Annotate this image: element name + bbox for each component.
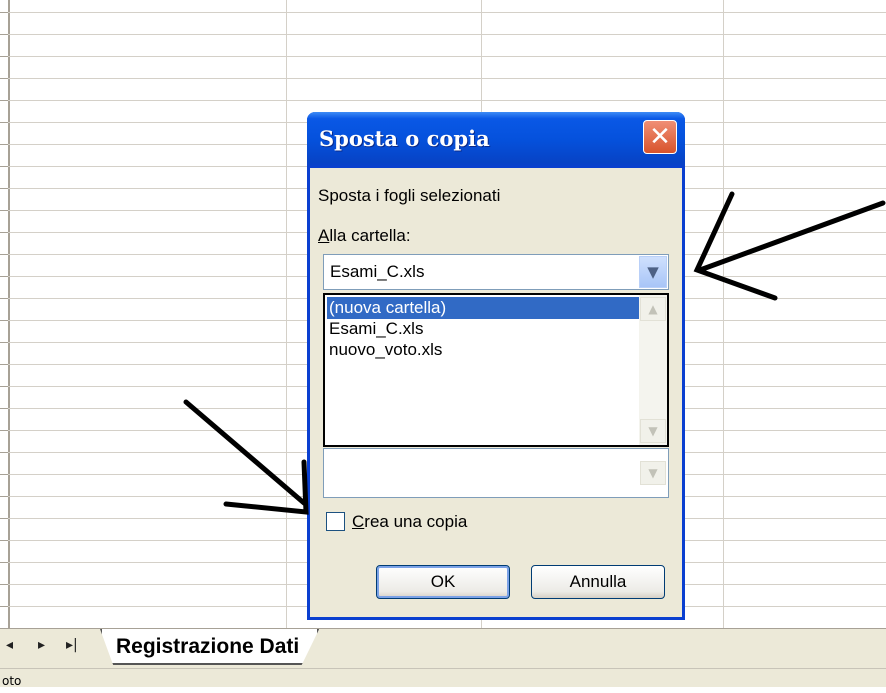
row-tick [0,34,8,35]
tab-nav-last-icon[interactable]: ▸| [66,637,78,653]
row-tick [0,452,8,453]
row-tick [0,78,8,79]
list-item[interactable]: Esami_C.xls [327,318,639,340]
row-tick [0,166,8,167]
row-divider [8,78,886,79]
row-tick [0,56,8,57]
row-tick [0,540,8,541]
dialog-title: Sposta o copia [319,126,490,151]
sheet-tab-bar: ◂ ▸ ▸| Registrazione Dati [0,628,886,669]
row-tick [0,210,8,211]
column-divider [723,0,724,628]
row-tick [0,232,8,233]
copy-label-rest: rea una copia [364,512,468,531]
row-tick [0,298,8,299]
tab-nav-prev-icon[interactable]: ◂ [6,637,13,653]
row-divider [8,12,886,13]
copy-mnemonic: C [352,512,365,531]
ok-button[interactable]: OK [376,565,510,599]
scroll-down-icon[interactable]: ▼ [640,419,666,443]
to-book-dropdown[interactable]: Esami_C.xls ▼ [323,254,669,290]
row-divider [8,56,886,57]
row-tick [0,144,8,145]
row-tick [0,496,8,497]
row-tick [0,364,8,365]
to-book-label: Alla cartella: [318,226,411,246]
column-divider [286,0,287,628]
list-item[interactable]: (nuova cartella) [327,297,639,319]
row-tick [0,386,8,387]
cancel-button[interactable]: Annulla [531,565,665,599]
row-tick [0,188,8,189]
sheet-tab-registrazione-dati[interactable]: Registrazione Dati [100,629,320,665]
to-book-mnemonic: A [318,226,330,245]
dialog-title-bar[interactable]: Sposta o copia ✕ [307,112,685,168]
row-tick [0,276,8,277]
scroll-up-icon[interactable]: ▲ [640,297,666,321]
row-tick [0,562,8,563]
status-bar: oto [0,668,886,688]
row-tick [0,100,8,101]
list-item[interactable]: nuovo_voto.xls [327,339,639,361]
scroll-down-icon[interactable]: ▼ [640,461,666,485]
tab-nav-next-icon[interactable]: ▸ [38,637,45,653]
row-divider [8,100,886,101]
to-book-label-rest: lla cartella: [329,226,411,245]
copy-checkbox[interactable] [326,512,345,531]
row-tick [0,122,8,123]
row-tick [0,584,8,585]
row-tick [0,606,8,607]
row-tick [0,518,8,519]
row-header-strip [0,0,10,628]
sheets-list[interactable]: ▼ [323,448,669,498]
row-divider [8,34,886,35]
chevron-down-icon[interactable]: ▼ [639,256,667,288]
row-tick [0,12,8,13]
to-book-value: Esami_C.xls [330,262,425,281]
row-tick [0,408,8,409]
row-tick [0,474,8,475]
move-copy-dialog: Sposta o copia ✕ Sposta i fogli selezion… [307,112,685,620]
row-tick [0,430,8,431]
subtitle-label: Sposta i fogli selezionati [318,186,501,205]
copy-checkbox-label[interactable]: Crea una copia [352,512,467,532]
row-tick [0,342,8,343]
row-tick [0,254,8,255]
close-icon[interactable]: ✕ [643,120,677,154]
list-scrollbar[interactable]: ▲ ▼ [639,295,667,445]
books-list[interactable]: (nuova cartella) Esami_C.xls nuovo_voto.… [323,293,669,447]
row-tick [0,320,8,321]
